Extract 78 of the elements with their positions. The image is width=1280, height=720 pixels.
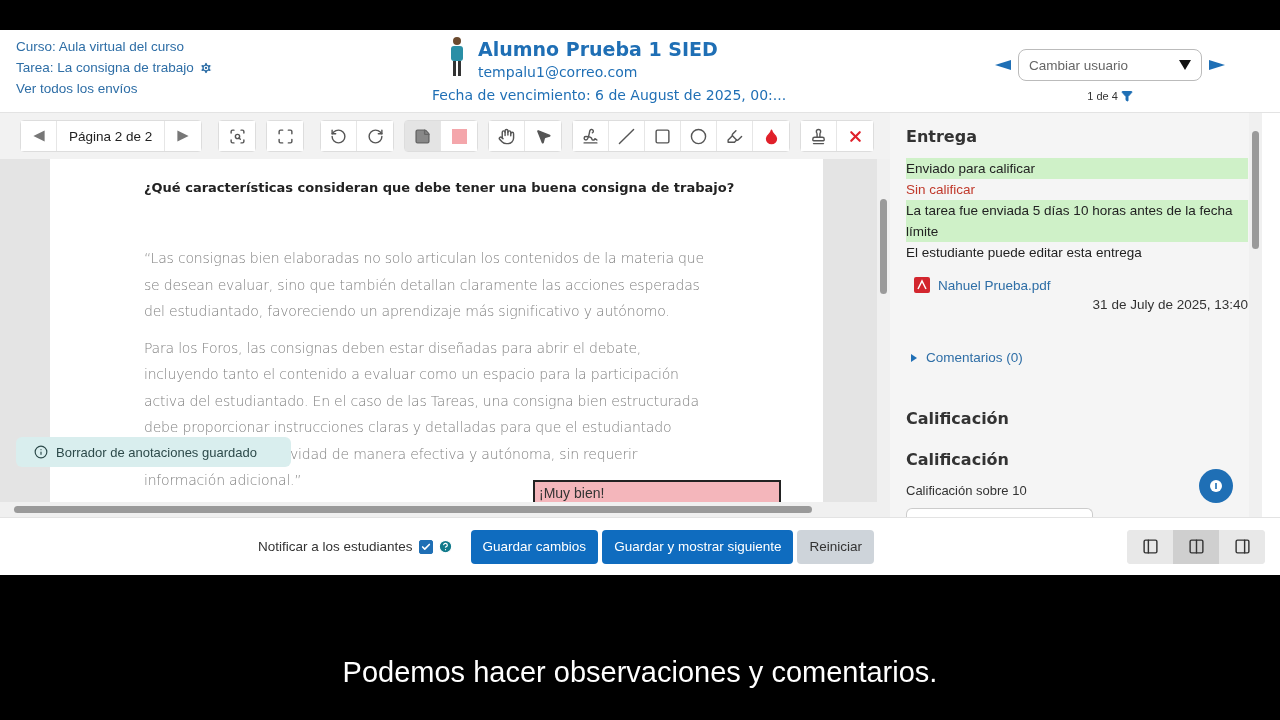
notification-text: Borrador de anotaciones guardado [56, 444, 257, 460]
panel-left-icon [1141, 538, 1159, 555]
pointer-icon [534, 127, 552, 145]
section-heading: Entrega [906, 127, 978, 146]
comments-toggle[interactable]: Comentarios (0) [910, 350, 1023, 365]
notify-checkbox[interactable] [418, 539, 433, 554]
pdf-file-icon [914, 277, 930, 293]
expand-icon [276, 127, 294, 145]
line-icon [618, 127, 636, 145]
toolbar-button[interactable] [405, 121, 442, 151]
assignment-link[interactable]: Tarea: La consigna de trabajo [16, 59, 213, 77]
settings-icon[interactable] [198, 61, 213, 75]
info-icon [1209, 479, 1223, 493]
rotate-right-icon [366, 127, 384, 145]
document-line: “Las consignas bien elaboradas no solo articulan los contenidos de la materia que [144, 249, 704, 268]
caret-right-icon [910, 352, 918, 363]
layout-button[interactable] [1173, 529, 1219, 564]
due-date: Fecha de vencimiento: 6 de August de 2025, 00:... [432, 86, 787, 105]
dropdown-caret-icon [1179, 60, 1191, 70]
grade-label: Calificación sobre 10 [906, 483, 1027, 498]
file-link[interactable]: Nahuel Prueba.pdf [938, 277, 1051, 293]
change-user-select[interactable]: Cambiar usuario [1018, 49, 1202, 81]
search-page-icon [228, 127, 246, 145]
stamp-icon [810, 127, 828, 145]
save-button[interactable]: Guardar cambios [470, 529, 599, 564]
toolbar-button[interactable] [321, 121, 358, 151]
save-button[interactable]: Guardar y mostrar siguiente [602, 529, 794, 564]
info-icon [34, 445, 48, 459]
section-heading: Calificación [906, 409, 1010, 428]
next-user-arrow[interactable] [1208, 59, 1226, 71]
student-email: tempalu1@correo.com [478, 63, 639, 82]
panel-right-icon [1233, 538, 1251, 555]
toolbar-button[interactable] [489, 121, 526, 151]
panel-scrollbar[interactable] [1249, 113, 1262, 517]
next-icon [176, 129, 191, 143]
signature-icon [582, 127, 600, 145]
video-subtitle: Podemos hacer observaciones y comentarios. [342, 656, 938, 689]
document-line: información adicional.” [144, 471, 302, 490]
status-text: El estudiante puede editar esta entrega [906, 244, 1143, 262]
document-line: activa del estudiantado. En el caso de las Tareas, una consigna bien estructurada [144, 391, 699, 411]
horizontal-scrollbar[interactable] [0, 502, 890, 517]
hand-icon [498, 127, 516, 145]
document-line: Para los Foros, las consignas deben estar diseñadas para abrir el debate, [144, 338, 642, 358]
document-line: se desean evaluar, sino que también detallan claramente las acciones esperadas [144, 275, 700, 295]
circle-icon [690, 127, 708, 145]
note-icon [414, 127, 432, 145]
comment-annotation[interactable]: ¡Muy bien! [533, 480, 781, 502]
section-heading: Calificación [906, 450, 1010, 469]
document-line: incluyendo tanto el contenido a evaluar como un espacio para la participación [144, 365, 679, 384]
previous-page-button[interactable] [21, 121, 57, 151]
view-all-link[interactable]: Ver todos los envíos [16, 80, 138, 98]
file-date: 31 de July de 2025, 13:40 [1091, 297, 1248, 312]
columns-icon [1187, 538, 1205, 555]
toolbar-button[interactable] [801, 121, 838, 151]
user-counter: 1 de 4 [1087, 90, 1118, 102]
help-icon[interactable] [437, 539, 453, 554]
toolbar-button[interactable] [219, 121, 256, 151]
status-text: Sin calificar [906, 181, 977, 199]
notify-label: Notificar a los estudiantes [258, 539, 413, 554]
rectangle-icon [654, 127, 672, 145]
course-link[interactable]: Curso: Aula virtual del curso [16, 38, 185, 56]
status-text: Enviado para calificar [906, 158, 1248, 179]
status-text: La tarea fue enviada 5 días 10 horas antes de la fecha límite [906, 200, 1248, 242]
document-line: debe proporcionar instrucciones claras y detalladas para que el estudiantado [144, 418, 672, 437]
student-figure-icon [448, 36, 466, 78]
reset-button[interactable]: Reiniciar [797, 529, 874, 564]
document-line: vidad de manera efectiva y autónoma, sin requerir [290, 444, 638, 464]
previous-user-arrow[interactable] [994, 59, 1012, 71]
document-line: del estudiantado, favoreciendo un aprendizaje más significativo y autónomo. [144, 302, 670, 321]
previous-icon [31, 129, 46, 143]
rotate-left-icon [330, 127, 348, 145]
student-name: Alumno Prueba 1 SIED [478, 37, 719, 62]
filter-icon[interactable] [1120, 90, 1133, 102]
highlighter-icon [726, 127, 744, 145]
toolbar-button[interactable] [267, 121, 304, 151]
question-text: ¿Qué características consideran que debe tener una buena consigna de trabajo? [144, 180, 736, 195]
help-button[interactable] [1199, 469, 1233, 503]
toolbar-button[interactable] [573, 121, 610, 151]
